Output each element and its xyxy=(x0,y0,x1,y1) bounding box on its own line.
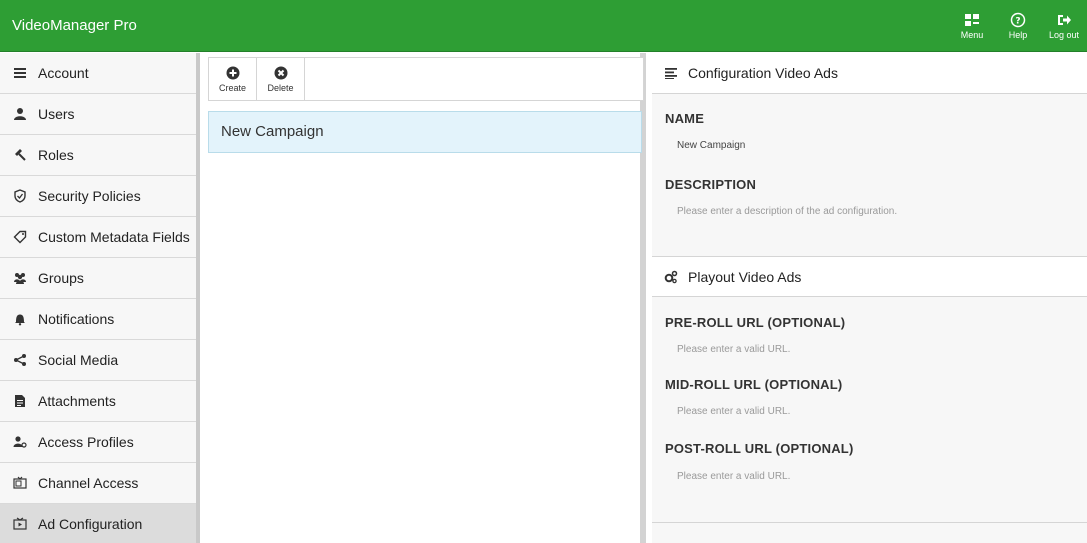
postroll-url-field[interactable]: Please enter a valid URL. xyxy=(677,471,790,482)
gavel-icon xyxy=(12,147,28,163)
user-icon xyxy=(12,106,28,122)
help-button[interactable]: ? Help xyxy=(995,0,1041,52)
bell-icon xyxy=(12,311,28,327)
sidebar-item-channel-access[interactable]: Channel Access xyxy=(0,463,196,504)
list-item[interactable]: New Campaign xyxy=(208,111,642,153)
logout-button[interactable]: Log out xyxy=(1041,0,1087,52)
sidebar-item-label: Groups xyxy=(38,270,84,286)
sidebar-item-ad-configuration[interactable]: Ad Configuration xyxy=(0,504,196,543)
section-divider xyxy=(652,522,1087,523)
sidebar-item-users[interactable]: Users xyxy=(0,94,196,135)
group-icon xyxy=(12,270,28,286)
align-left-icon xyxy=(665,68,677,79)
file-icon xyxy=(12,393,28,409)
tag-icon xyxy=(12,229,28,245)
logout-label: Log out xyxy=(1048,30,1080,40)
create-label: Create xyxy=(218,82,246,93)
sidebar: Account Users Roles Security Policies Cu… xyxy=(0,53,200,543)
shield-icon xyxy=(12,188,28,204)
playout-section-title: Playout Video Ads xyxy=(688,268,802,285)
share-icon xyxy=(12,352,28,368)
ad-icon xyxy=(12,516,28,532)
campaign-list-panel: Create Delete New Campaign xyxy=(204,53,646,543)
help-label: Help xyxy=(1008,30,1028,40)
delete-label: Delete xyxy=(267,82,294,93)
config-section-title: Configuration Video Ads xyxy=(688,65,838,81)
delete-button[interactable]: Delete xyxy=(257,58,305,100)
sidebar-item-label: Access Profiles xyxy=(38,434,134,450)
postroll-label: POST-ROLL URL (OPTIONAL) xyxy=(665,441,854,456)
svg-text:?: ? xyxy=(1015,17,1020,27)
midroll-url-field[interactable]: Please enter a valid URL. xyxy=(677,406,790,417)
sidebar-item-label: Custom Metadata Fields xyxy=(38,229,190,245)
sidebar-item-label: Social Media xyxy=(38,352,119,368)
times-circle-icon xyxy=(274,66,287,79)
midroll-label: MID-ROLL URL (OPTIONAL) xyxy=(665,377,843,392)
menu-label: Menu xyxy=(960,30,984,40)
logout-icon xyxy=(1058,15,1071,25)
menu-grid-icon xyxy=(965,14,979,26)
sidebar-item-notifications[interactable]: Notifications xyxy=(0,299,196,340)
preroll-label: PRE-ROLL URL (OPTIONAL) xyxy=(665,315,846,330)
playout-section-header: Playout Video Ads xyxy=(652,256,1087,297)
sidebar-item-label: Security Policies xyxy=(38,188,141,204)
description-field[interactable]: Please enter a description of the ad con… xyxy=(677,206,897,217)
config-section-header: Configuration Video Ads xyxy=(652,53,1087,94)
sidebar-item-groups[interactable]: Groups xyxy=(0,258,196,299)
description-label: DESCRIPTION xyxy=(665,177,757,192)
sidebar-item-custom-metadata-fields[interactable]: Custom Metadata Fields xyxy=(0,217,196,258)
name-label: NAME xyxy=(665,111,705,126)
sidebar-item-attachments[interactable]: Attachments xyxy=(0,381,196,422)
cogs-icon xyxy=(664,270,678,283)
sidebar-item-label: Attachments xyxy=(38,393,116,409)
sidebar-item-label: Channel Access xyxy=(38,475,139,491)
sidebar-item-label: Users xyxy=(38,106,75,122)
top-bar: VideoManager Pro Menu ? Help Log out xyxy=(0,0,1087,52)
account-icon xyxy=(12,65,28,81)
sidebar-item-label: Ad Configuration xyxy=(38,516,143,532)
sidebar-item-security-policies[interactable]: Security Policies xyxy=(0,176,196,217)
sidebar-item-label: Notifications xyxy=(38,311,115,327)
plus-circle-icon xyxy=(226,66,239,79)
channel-icon xyxy=(12,475,28,491)
sidebar-item-roles[interactable]: Roles xyxy=(0,135,196,176)
help-icon: ? xyxy=(1010,12,1026,28)
sidebar-item-label: Roles xyxy=(38,147,74,163)
sidebar-item-access-profiles[interactable]: Access Profiles xyxy=(0,422,196,463)
sidebar-item-label: Account xyxy=(38,65,89,81)
app-title: VideoManager Pro xyxy=(12,17,137,34)
access-profile-icon xyxy=(12,434,28,450)
create-button[interactable]: Create xyxy=(209,58,257,100)
preroll-url-field[interactable]: Please enter a valid URL. xyxy=(677,344,790,355)
configuration-panel: Configuration Video Ads NAME New Campaig… xyxy=(652,53,1087,543)
name-field[interactable]: New Campaign xyxy=(677,140,745,151)
sidebar-item-social-media[interactable]: Social Media xyxy=(0,340,196,381)
sidebar-item-account[interactable]: Account xyxy=(0,53,196,94)
menu-button[interactable]: Menu xyxy=(949,0,995,52)
list-toolbar: Create Delete xyxy=(208,57,644,101)
top-actions: Menu ? Help Log out xyxy=(949,0,1087,52)
